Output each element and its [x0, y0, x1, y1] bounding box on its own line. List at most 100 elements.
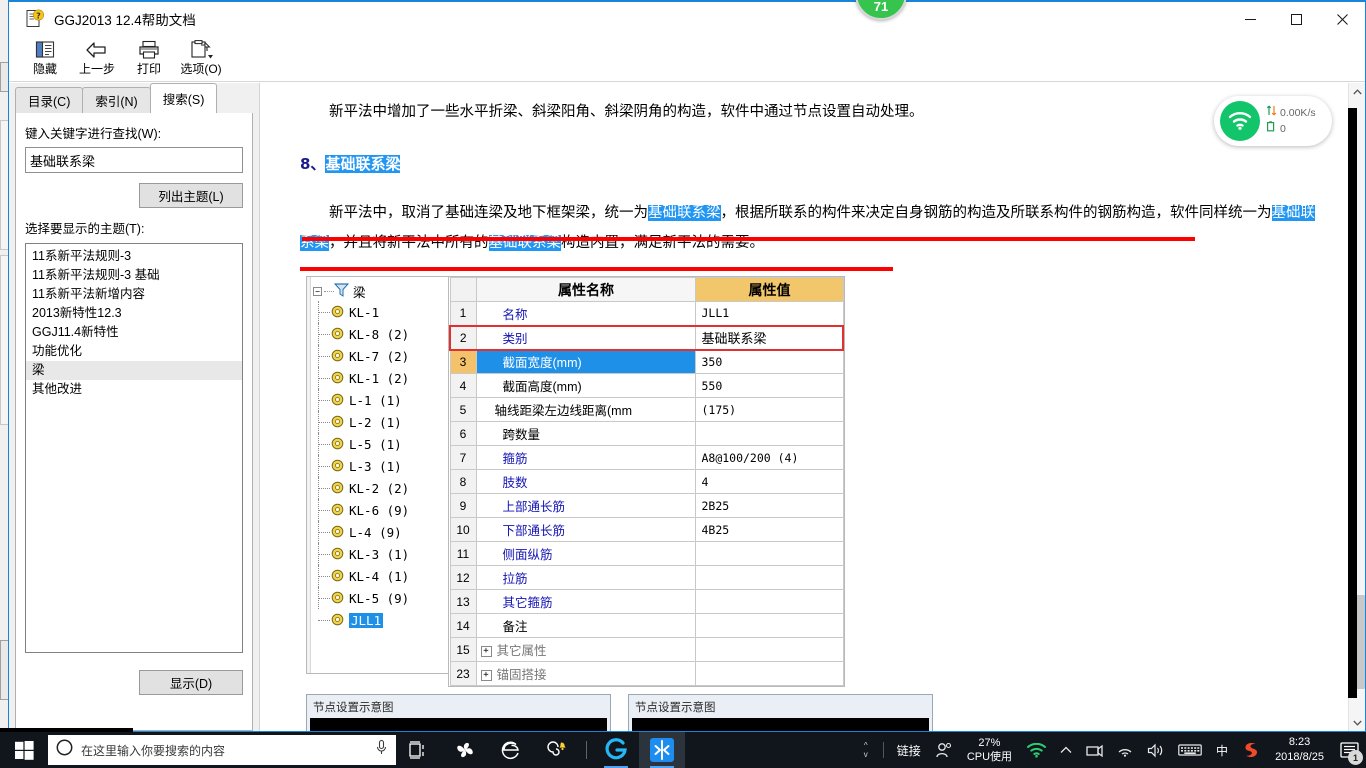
row-name[interactable]: + 锚固搭接 [475, 661, 697, 686]
toolbar-options-button[interactable]: 选项(O) [175, 38, 227, 82]
row-value[interactable]: JLL1 [695, 301, 844, 326]
row-name[interactable]: 其它箍筋 [475, 589, 697, 614]
spiral-bell-icon[interactable] [534, 732, 580, 768]
row-value[interactable]: 4B25 [695, 517, 844, 542]
chevron-up-icon[interactable] [1053, 732, 1079, 768]
action-center-button[interactable]: 1 [1332, 732, 1366, 768]
table-row-expandable[interactable]: 23 + 锚固搭接 [449, 661, 844, 686]
tree-root-node[interactable]: − 梁 [313, 282, 366, 301]
grammarly-g-icon[interactable] [593, 732, 639, 768]
row-value[interactable]: 2B25 [695, 493, 844, 518]
row-name[interactable]: 截面高度(mm) [475, 373, 697, 398]
list-item[interactable]: 11系新平法新增内容 [26, 285, 242, 304]
beam-tree[interactable]: − 梁 KL-1 KL-8 (2) KL-7 (2) KL-1 (2) L-1 … [306, 276, 448, 674]
row-name[interactable]: 箍筋 [475, 445, 697, 470]
expand-plus-icon[interactable]: + [480, 646, 492, 658]
row-value[interactable]: 4 [695, 469, 844, 494]
tray-expand-chevrons[interactable]: ^ v [855, 732, 877, 768]
row-value[interactable] [695, 661, 844, 686]
tab-index[interactable]: 索引(N) [82, 87, 151, 113]
table-row[interactable]: 8 肢数 4 [449, 469, 844, 494]
display-button[interactable]: 显示(D) [139, 670, 243, 695]
scroll-down-arrow[interactable] [1349, 714, 1365, 731]
row-name[interactable]: 截面宽度(mm) [475, 349, 697, 374]
row-name[interactable]: 名称 [475, 301, 697, 326]
tree-node[interactable]: L-2 (1) [307, 411, 448, 433]
tree-node[interactable]: KL-1 [307, 301, 448, 323]
row-value[interactable] [695, 637, 844, 662]
cpu-usage-indicator[interactable]: 27% CPU使用 [959, 732, 1020, 768]
maximize-button[interactable] [1273, 0, 1319, 38]
row-value[interactable]: 550 [695, 373, 844, 398]
network-icon[interactable] [1079, 732, 1110, 768]
table-row[interactable]: 7 箍筋 A8@100/200 (4) [449, 445, 844, 470]
list-topics-button[interactable]: 列出主题(L) [139, 183, 243, 208]
table-row[interactable]: 13 其它箍筋 [449, 589, 844, 614]
row-value[interactable] [695, 589, 844, 614]
signal-icon[interactable] [1110, 732, 1140, 768]
list-item[interactable]: GGJ11.4新特性 [26, 323, 242, 342]
pinwheel-icon[interactable] [442, 732, 488, 768]
tree-node[interactable]: L-1 (1) [307, 389, 448, 411]
edge-icon[interactable] [488, 732, 534, 768]
row-value[interactable]: 350 [695, 349, 844, 374]
row-name[interactable]: 肢数 [475, 469, 697, 494]
row-value[interactable] [695, 421, 844, 446]
row-name[interactable]: 上部通长筋 [475, 493, 697, 518]
expand-plus-icon[interactable]: + [480, 670, 492, 682]
minimize-button[interactable] [1227, 0, 1273, 38]
tree-node[interactable]: KL-6 (9) [307, 499, 448, 521]
row-name[interactable]: 备注 [475, 613, 697, 638]
taskbar-search-box[interactable]: 在这里输入你要搜索的内容 [48, 735, 396, 765]
row-value[interactable] [695, 613, 844, 638]
toolbar-back-button[interactable]: 上一步 [71, 38, 123, 82]
row-value[interactable] [695, 565, 844, 590]
list-item[interactable]: 11系新平法规则-3 基础 [26, 266, 242, 285]
table-row[interactable]: 11 侧面纵筋 [449, 541, 844, 566]
network-speed-widget[interactable]: 0.00K/s 0 [1214, 96, 1332, 146]
tree-node[interactable]: KL-8 (2) [307, 323, 448, 345]
wifi-icon[interactable] [1020, 732, 1053, 768]
table-row[interactable]: 9 上部通长筋 2B25 [449, 493, 844, 518]
tree-node[interactable]: KL-4 (1) [307, 565, 448, 587]
microphone-icon[interactable] [375, 739, 388, 761]
tree-node[interactable]: KL-3 (1) [307, 543, 448, 565]
close-button[interactable] [1319, 0, 1365, 38]
start-button[interactable] [0, 732, 48, 768]
row-value[interactable]: (175) [695, 397, 844, 422]
row-name[interactable]: + 其它属性 [475, 637, 697, 662]
tab-search[interactable]: 搜索(S) [149, 83, 218, 113]
list-item[interactable]: 2013新特性12.3 [26, 304, 242, 323]
tree-node[interactable]: KL-2 (2) [307, 477, 448, 499]
table-row[interactable]: 6 跨数量 [449, 421, 844, 446]
tree-collapse-toggle[interactable]: − [313, 287, 322, 296]
row-name[interactable]: 轴线距梁左边线距离(mm [475, 397, 697, 422]
table-row[interactable]: 1 名称 JLL1 [449, 301, 844, 326]
tree-node[interactable]: L-5 (1) [307, 433, 448, 455]
row-name[interactable]: 类别 [475, 324, 697, 351]
table-row[interactable]: 14 备注 [449, 613, 844, 638]
row-name[interactable]: 跨数量 [475, 421, 697, 446]
tree-node[interactable]: L-4 (9) [307, 521, 448, 543]
list-item[interactable]: 其他改进 [26, 380, 242, 399]
table-row[interactable]: 10 下部通长筋 4B25 [449, 517, 844, 542]
table-row[interactable]: 4 截面高度(mm) 550 [449, 373, 844, 398]
toolbar-print-button[interactable]: 打印 [123, 38, 175, 82]
row-value[interactable]: 基础联系梁 [695, 324, 845, 351]
sogou-icon[interactable] [1235, 732, 1267, 768]
list-item[interactable]: 11系新平法规则-3 [26, 247, 242, 266]
list-item-selected[interactable]: 梁 [26, 361, 242, 380]
row-name[interactable]: 下部通长筋 [475, 517, 697, 542]
table-row-selected[interactable]: 3 截面宽度(mm) 350 [449, 349, 844, 374]
scroll-up-arrow[interactable] [1349, 83, 1365, 100]
clock[interactable]: 8:23 2018/8/25 [1267, 732, 1332, 768]
row-value[interactable] [695, 541, 844, 566]
table-row[interactable]: 5 轴线距梁左边线距离(mm (175) [449, 397, 844, 422]
search-keyword-input[interactable] [25, 147, 243, 173]
blue-square-app-icon[interactable] [639, 732, 685, 768]
row-name[interactable]: 侧面纵筋 [475, 541, 697, 566]
row-value[interactable]: A8@100/200 (4) [695, 445, 844, 470]
table-row[interactable]: 12 拉筋 [449, 565, 844, 590]
tree-node[interactable]: L-3 (1) [307, 455, 448, 477]
row-name[interactable]: 拉筋 [475, 565, 697, 590]
